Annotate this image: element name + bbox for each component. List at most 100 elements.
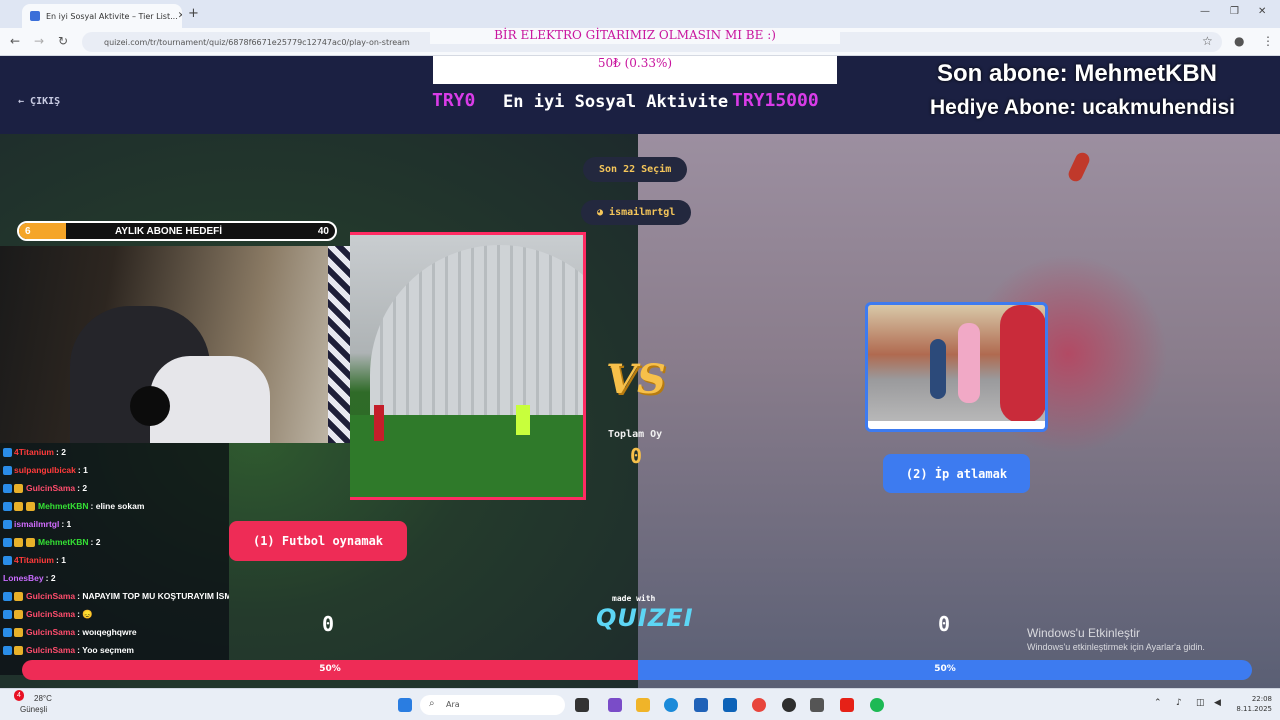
chat-username: 4Titanium (14, 447, 54, 457)
minimize-icon[interactable]: — (1200, 6, 1210, 17)
tab-title: En iyi Sosyal Aktivite – Tier List... (46, 11, 178, 21)
profile-avatar-icon[interactable]: ● (1234, 34, 1244, 48)
mic-tray-icon[interactable]: ♪ (1176, 698, 1182, 708)
option-1-score: 0 (322, 612, 335, 636)
taskbar-search[interactable]: ⌕ Ara (420, 695, 565, 715)
system-clock[interactable]: 22:08 8.11.2025 (1232, 694, 1272, 714)
restore-icon[interactable]: ❐ (1230, 6, 1239, 17)
goal-target: 40 (317, 226, 329, 237)
edge-browser-icon[interactable] (664, 698, 678, 712)
last-subscriber: Son abone: MehmetKBN (937, 60, 1218, 87)
chat-badge-icon (14, 483, 23, 493)
chat-badge-icon (14, 591, 23, 601)
chat-badge-icon (14, 609, 23, 619)
streamer-webcam (0, 246, 350, 443)
weather-text: Güneşli (20, 705, 48, 714)
windows-start-icon[interactable] (398, 698, 412, 712)
chat-badge-icon (3, 609, 12, 619)
chat-badge-icon (26, 501, 35, 511)
chat-message: 4Titanium: 1 (0, 551, 229, 569)
made-with-label: made with (612, 594, 656, 603)
chat-username: sulpangulbicak (14, 465, 76, 475)
network-icon[interactable]: ◫ (1196, 698, 1205, 708)
exit-label: ÇIKIŞ (30, 96, 61, 107)
chat-text: : eline sokam (90, 501, 145, 511)
chat-badge-icon (3, 447, 12, 457)
youtube-icon[interactable] (840, 698, 854, 712)
chat-message: MehmetKBN: eline sokam (0, 497, 229, 515)
option-2-percentage-bar: 50% (638, 660, 1252, 680)
last-user-name: ismailmrtgl (609, 207, 676, 218)
widgets-icon[interactable] (608, 698, 622, 712)
close-window-icon[interactable]: ✕ (1258, 6, 1266, 17)
clock-date: 8.11.2025 (1236, 705, 1272, 713)
chat-message: 4Titanium: 2 (0, 443, 229, 461)
obs-icon[interactable] (782, 698, 796, 712)
option-2-image[interactable] (865, 302, 1048, 432)
chat-username: GulcinSama (26, 609, 76, 619)
chrome-icon[interactable] (752, 698, 766, 712)
chat-message: ismailmrtgl: 1 (0, 515, 229, 533)
app-icon[interactable] (810, 698, 824, 712)
chat-text: : 2 (90, 537, 101, 547)
task-view-icon[interactable] (575, 698, 589, 712)
weather-badge: 4 (14, 690, 24, 701)
chat-badge-icon (3, 519, 12, 529)
chat-message: sulpangulbicak: 1 (0, 461, 229, 479)
browser-tab[interactable]: En iyi Sosyal Aktivite – Tier List... ✕ (22, 4, 182, 28)
forward-icon[interactable]: → (34, 34, 44, 48)
new-tab-icon[interactable]: + (188, 6, 199, 21)
donation-goal-end: TRY15000 (732, 90, 819, 111)
vs-lightning-icon: VS (606, 356, 666, 403)
chat-badge-icon (3, 537, 12, 547)
bookmark-star-icon[interactable]: ☆ (1202, 34, 1213, 48)
quiz-stage: ← ÇIKIŞ En iyi Sosyal Aktivite TRY0 TRY1… (0, 56, 1280, 688)
microphone-icon (130, 386, 170, 426)
tab-close-icon[interactable]: ✕ (178, 11, 182, 21)
chat-badge-icon (14, 501, 23, 511)
spotify-icon[interactable] (870, 698, 884, 712)
back-icon[interactable]: ← (10, 34, 20, 48)
chat-badge-icon (3, 501, 12, 511)
site-favicon-icon (30, 11, 40, 21)
chat-username: GulcinSama (26, 483, 76, 493)
chat-username: GulcinSama (26, 645, 76, 655)
chat-text: : 😞 (77, 608, 93, 619)
chat-text: : Yoo seçmem (77, 645, 134, 655)
chat-message: GulcinSama: 😞 (0, 605, 229, 623)
chat-username: GulcinSama (26, 591, 76, 601)
donation-goal-start: TRY0 (432, 90, 476, 111)
chat-text: : woıqeghqwre (77, 627, 137, 637)
chat-badge-icon (26, 537, 35, 547)
chat-username: MehmetKBN (38, 501, 89, 511)
chat-text: : 1 (61, 519, 72, 529)
outlook-icon[interactable] (723, 698, 737, 712)
store-icon[interactable] (694, 698, 708, 712)
exit-button[interactable]: ← ÇIKIŞ (18, 96, 60, 107)
goal-current: 6 (25, 226, 31, 237)
quizei-logo[interactable]: QUIZEI (596, 604, 694, 632)
option-1-image[interactable] (350, 232, 586, 500)
file-explorer-icon[interactable] (636, 698, 650, 712)
chat-badge-icon (3, 483, 12, 493)
option-2-button[interactable]: (2) İp atlamak (883, 454, 1030, 493)
chat-text: : 1 (77, 465, 88, 475)
chat-badge-icon (3, 627, 12, 637)
volume-icon[interactable]: ◀ (1214, 698, 1221, 708)
option-1-button[interactable]: (1) Futbol oynamak (229, 521, 407, 561)
chat-username: MehmetKBN (38, 537, 89, 547)
activation-line-2: Windows'u etkinleştirmek için Ayarlar'a … (1027, 642, 1205, 652)
tray-chevron-icon[interactable]: ⌃ (1154, 698, 1162, 708)
chat-badge-icon (14, 627, 23, 637)
donation-message: BİR ELEKTRO GİTARIMIZ OLMASIN MI BE :) (430, 28, 840, 44)
page-title: En iyi Sosyal Aktivite (503, 92, 729, 112)
reload-icon[interactable]: ↻ (58, 34, 68, 48)
chat-text: : 2 (45, 573, 56, 583)
chat-username: GulcinSama (26, 627, 76, 637)
menu-icon[interactable]: ⋮ (1262, 34, 1274, 48)
weather-widget[interactable]: 4 28°C Güneşli (14, 690, 52, 715)
activation-line-1: Windows'u Etkinleştir (1027, 626, 1140, 640)
option-2-score: 0 (938, 612, 951, 636)
chat-message: GulcinSama: Yoo seçmem (0, 641, 229, 659)
chat-username: 4Titanium (14, 555, 54, 565)
